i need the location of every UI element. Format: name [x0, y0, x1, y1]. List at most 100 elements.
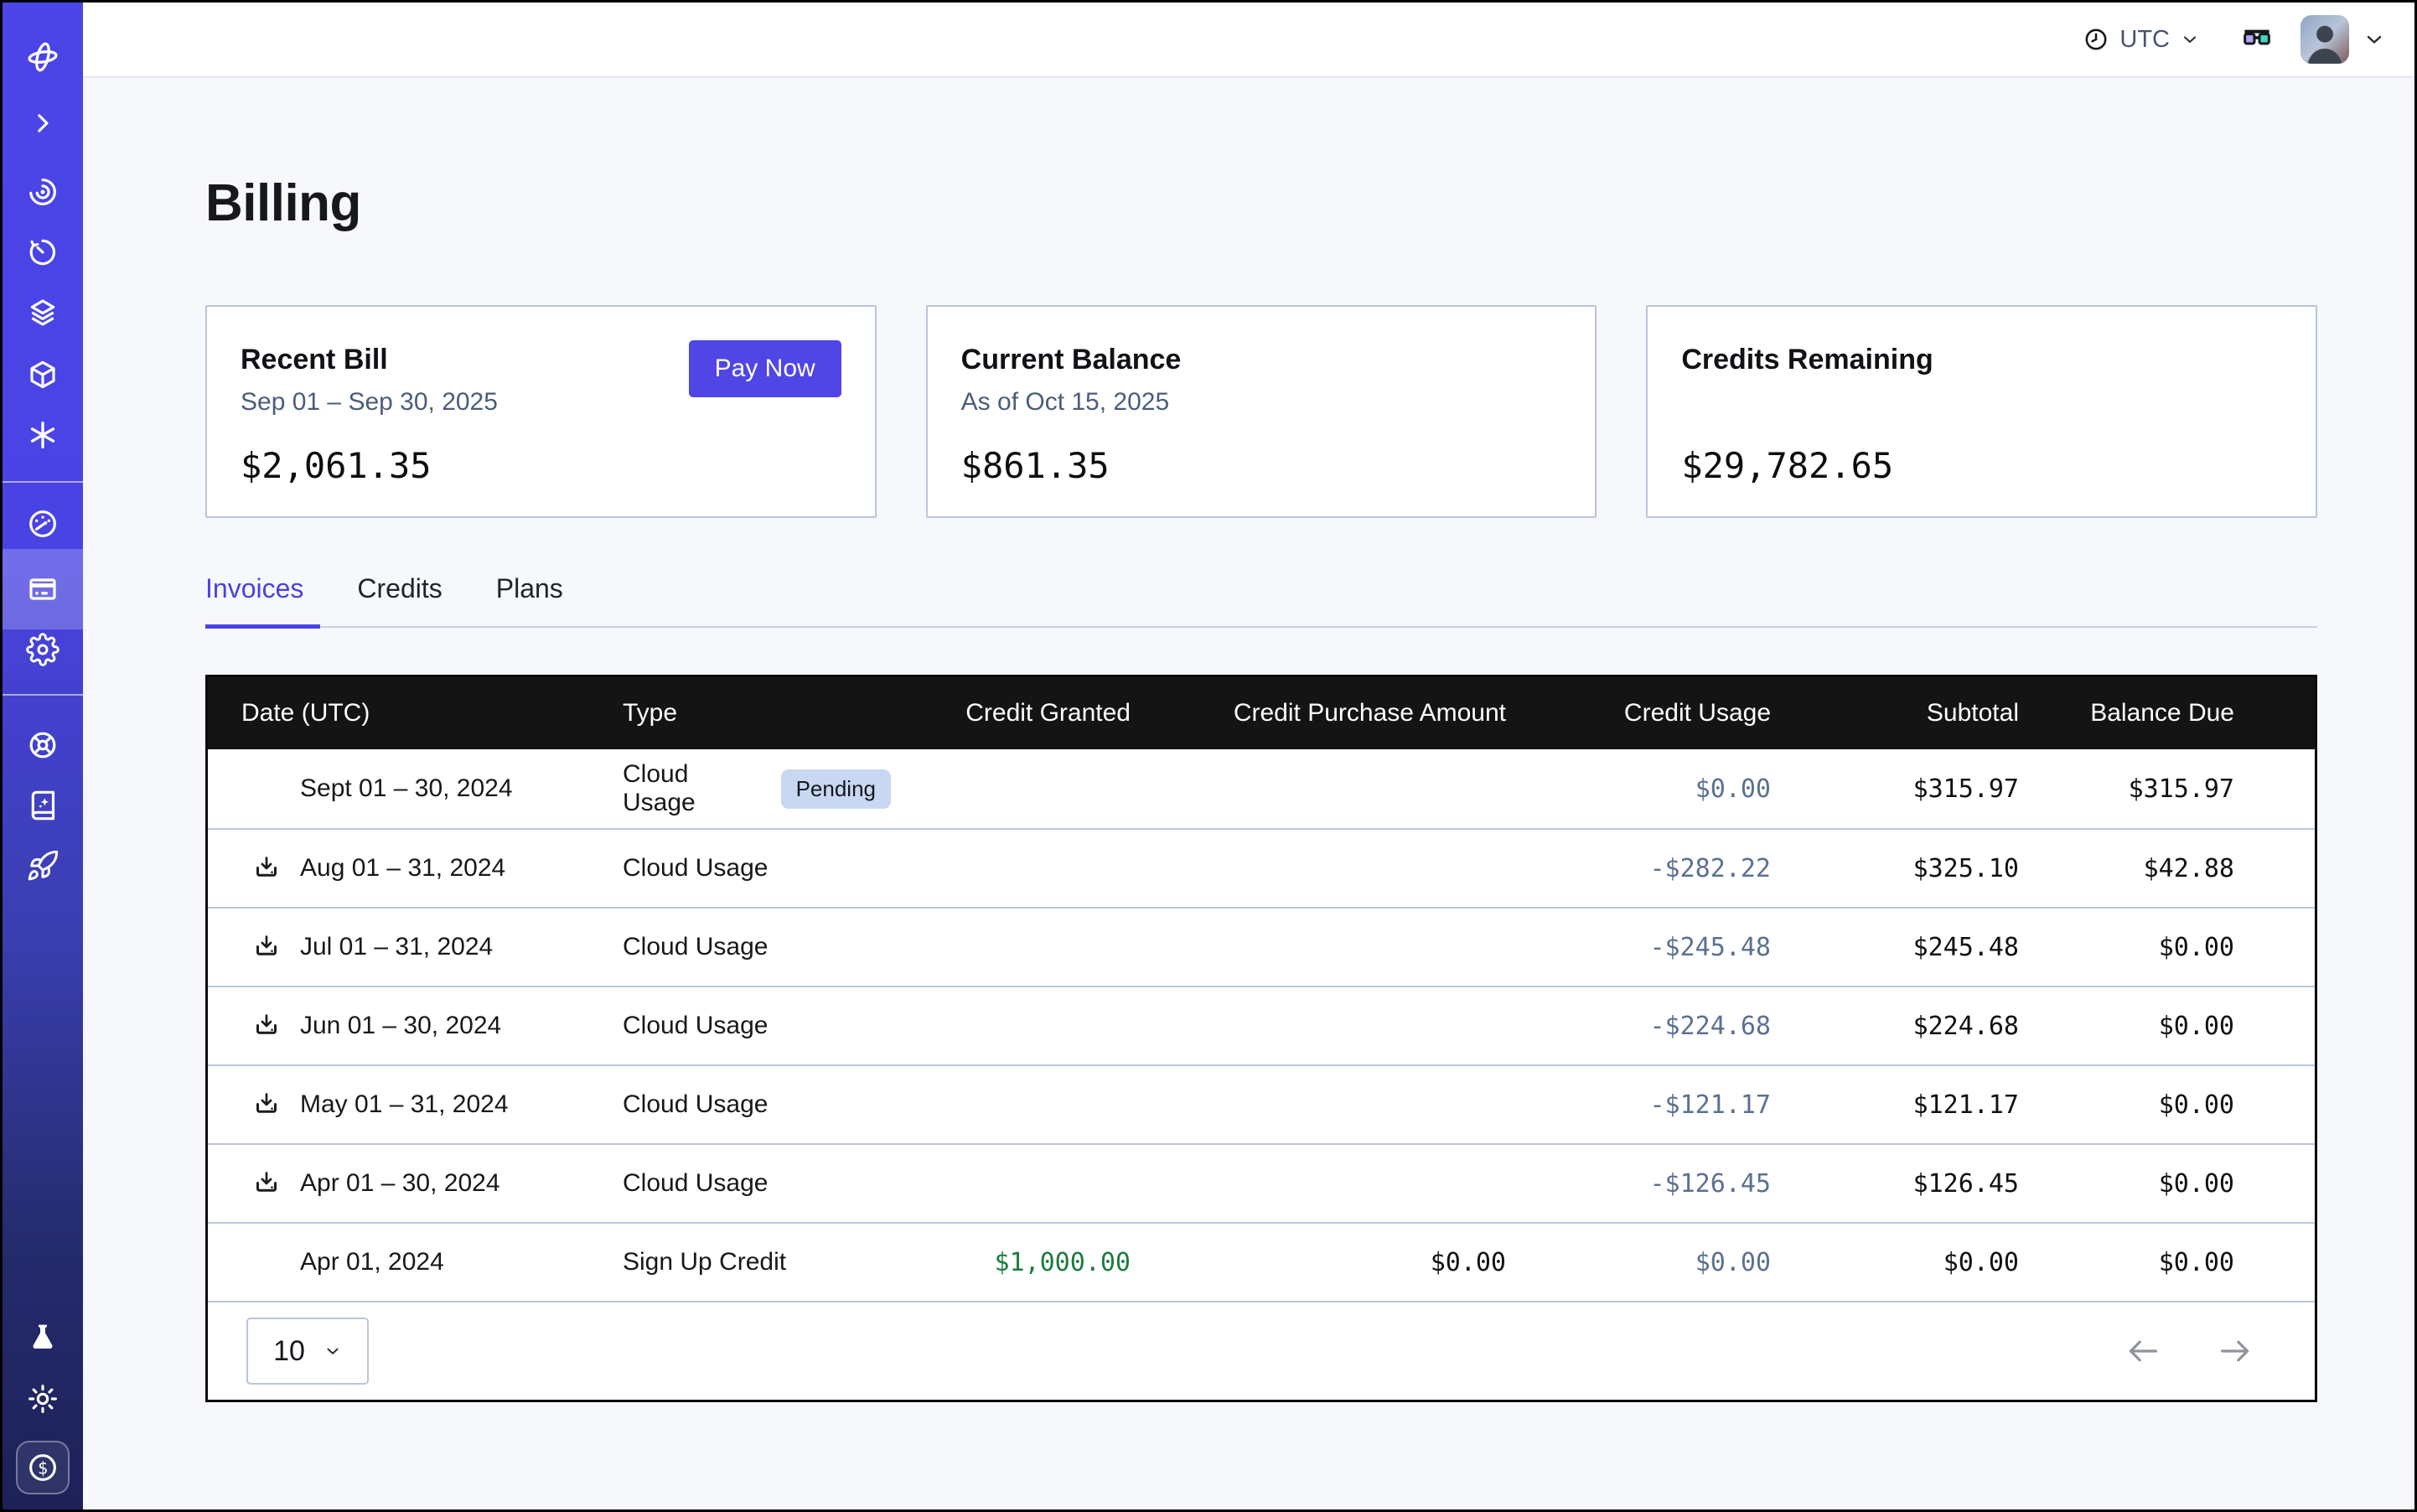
- next-page-button[interactable]: [2216, 1332, 2254, 1370]
- arrow-left-icon: [2124, 1332, 2162, 1370]
- balance-due-value: $0.00: [2027, 933, 2315, 962]
- invoice-type-cell: Cloud Usage Pending: [589, 760, 891, 817]
- invoice-date-cell: Apr 01 – 30, 2024: [208, 1168, 589, 1199]
- timezone-label: UTC: [2119, 26, 2170, 54]
- invoice-date-cell: Aug 01 – 31, 2024: [208, 853, 589, 883]
- table-row: Apr 01 – 30, 2024Cloud Usage-$126.45$126…: [208, 1143, 2315, 1222]
- download-icon: [252, 1169, 281, 1198]
- sidebar-divider: [3, 481, 83, 483]
- credit-purchase-amount-value: $0.00: [1142, 1248, 1511, 1277]
- balance-as-of: As of Oct 15, 2025: [961, 388, 1562, 417]
- sidebar-divider: [3, 694, 83, 696]
- subtotal-value: $121.17: [1779, 1090, 2027, 1120]
- invoice-date: Apr 01, 2024: [300, 1248, 444, 1276]
- sidebar-item-settings-gear-icon[interactable]: [3, 629, 83, 670]
- sidebar-item-docs-book-icon[interactable]: [3, 785, 83, 826]
- sidebar-item-dashboard-gauge-icon[interactable]: [3, 504, 83, 544]
- download-invoice-button[interactable]: [251, 932, 282, 962]
- table-row: Aug 01 – 31, 2024Cloud Usage-$282.22$325…: [208, 828, 2315, 907]
- credit-granted-value: $1,000.00: [891, 1248, 1142, 1277]
- tab-credits[interactable]: Credits: [357, 573, 458, 626]
- sidebar-item-support-wheel-icon[interactable]: [3, 725, 83, 765]
- invoice-date: Sept 01 – 30, 2024: [300, 774, 513, 803]
- reader-glasses-button[interactable]: [2238, 23, 2275, 56]
- column-header-date: Date (UTC): [208, 699, 589, 728]
- credits-remaining-card: Credits Remaining $29,782.65: [1646, 305, 2317, 518]
- invoice-date: Aug 01 – 31, 2024: [300, 854, 505, 883]
- download-invoice-button[interactable]: [251, 1090, 282, 1120]
- dollar-badge-icon: $: [25, 1450, 60, 1485]
- table-footer: 10: [208, 1301, 2315, 1400]
- sidebar-item-getting-started-rocket-icon[interactable]: [3, 846, 83, 886]
- balance-due-value: $42.88: [2027, 854, 2315, 883]
- previous-page-button[interactable]: [2124, 1332, 2162, 1370]
- column-header-credit-usage: Credit Usage: [1511, 699, 1779, 728]
- billing-tabs: Invoices Credits Plans: [205, 573, 2317, 628]
- sidebar-item-layers-icon[interactable]: [3, 293, 83, 333]
- sidebar-item-asterisk-icon[interactable]: [3, 415, 83, 455]
- invoice-date: Jun 01 – 30, 2024: [300, 1012, 501, 1040]
- timezone-selector[interactable]: UTC: [2083, 26, 2200, 54]
- user-menu-chevron[interactable]: [2363, 28, 2386, 51]
- invoice-type-cell: Cloud Usage: [589, 1012, 891, 1040]
- credits-dollar-badge-button[interactable]: $: [16, 1441, 70, 1494]
- table-row: Apr 01, 2024Sign Up Credit$1,000.00$0.00…: [208, 1222, 2315, 1301]
- column-header-type: Type: [589, 699, 891, 728]
- balance-due-value: $0.00: [2027, 1169, 2315, 1199]
- app-logo-icon[interactable]: [3, 37, 83, 77]
- chevron-down-icon: [2180, 29, 2200, 49]
- sidebar-item-cube-icon[interactable]: [3, 355, 83, 395]
- subtotal-value: $0.00: [1779, 1248, 2027, 1277]
- table-row: Jul 01 – 31, 2024Cloud Usage-$245.48$245…: [208, 907, 2315, 986]
- sidebar-item-billing-active[interactable]: [3, 549, 83, 629]
- subtotal-value: $325.10: [1779, 854, 2027, 883]
- download-invoice-button[interactable]: [251, 1168, 282, 1199]
- invoice-type: Cloud Usage: [623, 760, 759, 817]
- avatar-photo: [2301, 15, 2349, 64]
- pagination-arrows: [2124, 1332, 2254, 1370]
- sidebar-expand-chevron-right-icon[interactable]: [3, 103, 83, 143]
- recent-bill-amount: $2,061.35: [241, 445, 841, 486]
- tab-plans[interactable]: Plans: [496, 573, 580, 626]
- sidebar-item-history-icon[interactable]: [3, 232, 83, 272]
- app-window: $ UTC: [0, 0, 2417, 1512]
- glasses-icon: [2238, 23, 2275, 56]
- invoice-type: Cloud Usage: [623, 1012, 768, 1040]
- invoice-date-cell: Apr 01, 2024: [208, 1247, 589, 1277]
- status-badge: Pending: [781, 769, 891, 809]
- download-icon: [252, 1090, 281, 1119]
- invoice-type-cell: Cloud Usage: [589, 1169, 891, 1198]
- credit-usage-value: $0.00: [1511, 1248, 1779, 1277]
- table-row: Jun 01 – 30, 2024Cloud Usage-$224.68$224…: [208, 986, 2315, 1064]
- theme-toggle-sun-icon[interactable]: [3, 1379, 83, 1419]
- credit-usage-value: -$126.45: [1511, 1169, 1779, 1199]
- table-row: May 01 – 31, 2024Cloud Usage-$121.17$121…: [208, 1064, 2315, 1143]
- invoice-type: Cloud Usage: [623, 854, 768, 883]
- invoice-type-cell: Sign Up Credit: [589, 1248, 891, 1276]
- sidebar-item-labs-flask-icon[interactable]: [3, 1317, 83, 1357]
- pay-now-button[interactable]: Pay Now: [689, 340, 841, 397]
- download-invoice-button[interactable]: [251, 1011, 282, 1041]
- user-avatar[interactable]: [2301, 15, 2349, 64]
- topbar: UTC: [83, 3, 2414, 78]
- subtotal-value: $245.48: [1779, 933, 2027, 962]
- download-icon: [252, 933, 281, 961]
- download-invoice-button[interactable]: [251, 853, 282, 883]
- chevron-down-icon: [323, 1342, 342, 1360]
- table-row: Sept 01 – 30, 2024Cloud UsagePending$0.0…: [208, 749, 2315, 828]
- credits-remaining-amount: $29,782.65: [1681, 445, 2282, 486]
- balance-due-value: $0.00: [2027, 1248, 2315, 1277]
- subtotal-value: $315.97: [1779, 774, 2027, 804]
- arrow-right-icon: [2216, 1332, 2254, 1370]
- page-size-select[interactable]: 10: [246, 1318, 369, 1385]
- svg-text:$: $: [38, 1458, 48, 1478]
- main-content: Billing Recent Bill Sep 01 – Sep 30, 202…: [83, 80, 2414, 1509]
- page-size-value: 10: [273, 1335, 305, 1368]
- credit-usage-value: -$224.68: [1511, 1012, 1779, 1041]
- tab-invoices[interactable]: Invoices: [205, 573, 320, 629]
- sidebar-item-eye-spiral-icon[interactable]: [3, 172, 83, 212]
- sidebar: $: [3, 3, 83, 1509]
- page-title: Billing: [205, 173, 2317, 233]
- balance-due-value: $315.97: [2027, 774, 2315, 804]
- column-header-subtotal: Subtotal: [1779, 699, 2027, 728]
